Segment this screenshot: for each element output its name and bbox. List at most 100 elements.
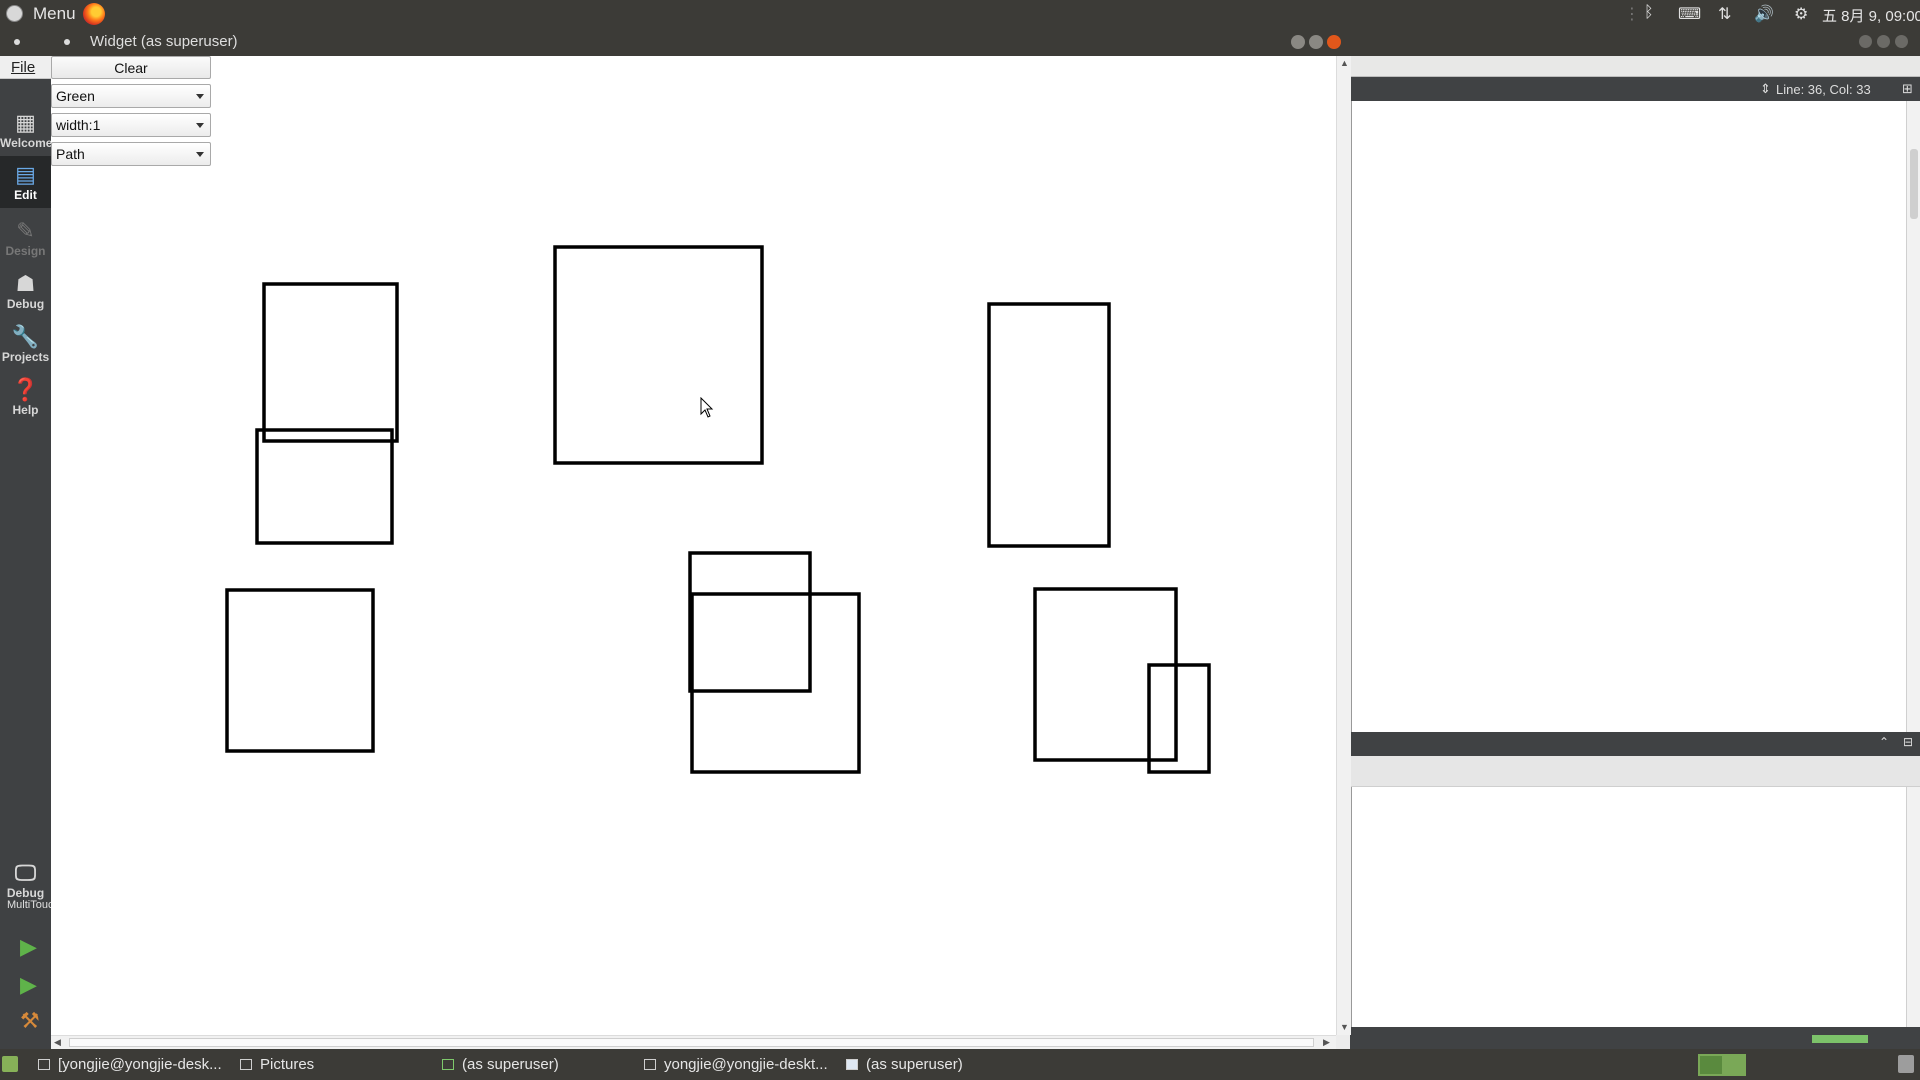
task-qt-superuser[interactable]: (as superuser)	[442, 1056, 559, 1073]
mode-design[interactable]: ✎ Design	[0, 212, 51, 264]
split-icon[interactable]: ⊞	[1902, 81, 1913, 97]
output-pane-header: ⌃ ⊟	[1351, 732, 1920, 756]
rect-shape	[1147, 663, 1211, 774]
tray-separator-icon: ⋮	[1624, 6, 1640, 23]
taskbar: [yongjie@yongjie-desk... Pictures (as su…	[0, 1049, 1920, 1080]
window-icon	[846, 1059, 858, 1070]
rect-shape	[255, 428, 394, 545]
help-icon: ❓	[11, 377, 40, 402]
window-title: Widget (as superuser)	[90, 33, 238, 50]
network-icon[interactable]: ⇅	[1718, 4, 1731, 24]
window-menu-dot-icon[interactable]	[14, 39, 20, 45]
creator-maximize-icon[interactable]	[1877, 35, 1890, 48]
mode-bar: ▦ Welcome ▤ Edit ✎ Design ☗ Debug 🔧 Proj…	[0, 56, 51, 1049]
rect-shape	[225, 588, 375, 753]
firefox-icon[interactable]	[83, 3, 105, 25]
menu-button[interactable]: Menu	[33, 4, 76, 24]
wrench-icon: 🔧	[11, 324, 40, 349]
scroll-left-icon[interactable]: ◀	[54, 1037, 61, 1048]
creator-titlebar	[1350, 28, 1920, 56]
minimize-icon[interactable]	[1291, 35, 1305, 49]
settings-gear-icon[interactable]: ⚙	[1794, 4, 1808, 24]
updown-icon[interactable]: ⇕	[1760, 81, 1771, 97]
color-combobox-value: Green	[56, 88, 95, 104]
pane-close-icon[interactable]: ⊟	[1903, 735, 1913, 749]
task-label: [yongjie@yongjie-desk...	[58, 1056, 222, 1073]
editor-header: ⇕ Line: 36, Col: 33 ⊞	[1350, 77, 1920, 101]
edit-icon: ▤	[15, 162, 36, 187]
task-terminal-2[interactable]: yongjie@yongjie-deskt...	[644, 1056, 828, 1073]
rect-shape	[262, 282, 399, 443]
chevron-up-icon[interactable]: ⌃	[1879, 735, 1889, 749]
window-sticky-dot-icon[interactable]	[64, 39, 70, 45]
volume-icon[interactable]: 🔊	[1754, 4, 1774, 24]
keyboard-icon[interactable]: ⌨	[1678, 4, 1701, 24]
shape-combobox[interactable]: Path	[51, 142, 211, 166]
task-label: (as superuser)	[866, 1056, 963, 1073]
task-terminal-1[interactable]: [yongjie@yongjie-desk...	[38, 1056, 222, 1073]
maximize-icon[interactable]	[1309, 35, 1323, 49]
dropdown-arrow-icon	[196, 123, 204, 128]
menu-logo-icon[interactable]	[6, 5, 23, 22]
mode-welcome[interactable]: ▦ Welcome	[0, 104, 51, 156]
debug-run-icon[interactable]: ▶	[20, 972, 37, 998]
file-menu[interactable]: File	[0, 56, 51, 79]
mode-projects[interactable]: 🔧 Projects	[0, 318, 51, 370]
line-col-indicator[interactable]: Line: 36, Col: 33	[1776, 82, 1871, 97]
terminal-icon	[644, 1059, 656, 1070]
rect-shape	[987, 302, 1111, 548]
show-desktop-icon[interactable]	[2, 1056, 18, 1072]
file-menu-label[interactable]: File	[11, 59, 35, 76]
scroll-up-icon[interactable]: ▲	[1340, 58, 1349, 68]
mode-help[interactable]: ❓ Help	[0, 371, 51, 423]
grid-icon: ▦	[15, 110, 36, 135]
qt-icon	[442, 1059, 454, 1070]
color-combobox[interactable]: Green	[51, 84, 211, 108]
rect-shape	[690, 592, 861, 774]
clear-button[interactable]: Clear	[51, 56, 211, 79]
widget-titlebar: Widget (as superuser)	[0, 28, 1350, 56]
shapes-layer	[225, 245, 1211, 774]
run-icon[interactable]: ▶	[20, 934, 37, 960]
build-hammer-icon[interactable]: ⚒	[20, 1008, 40, 1034]
width-combobox-value: width:1	[56, 117, 101, 133]
bluetooth-icon[interactable]: ᛒ	[1644, 4, 1654, 22]
close-icon[interactable]	[1327, 35, 1341, 49]
shape-combobox-value: Path	[56, 146, 85, 162]
rect-shape	[688, 551, 812, 693]
mouse-cursor-icon	[700, 397, 714, 418]
output-scrollbar[interactable]	[1906, 787, 1920, 1027]
rect-shape	[553, 245, 764, 465]
build-progress-bar	[1812, 1035, 1868, 1043]
scroll-right-icon[interactable]: ▶	[1323, 1037, 1330, 1048]
width-combobox[interactable]: width:1	[51, 113, 211, 137]
trash-icon[interactable]	[1898, 1055, 1914, 1073]
output-pane[interactable]	[1351, 787, 1907, 1027]
clock[interactable]: 五 8月 9, 09:00	[1822, 5, 1920, 26]
output-toolbar	[1351, 756, 1920, 787]
scrollbar-thumb[interactable]	[69, 1038, 1314, 1047]
code-editor[interactable]	[1351, 101, 1907, 732]
canvas-vertical-scrollbar[interactable]: ▲ ▼	[1336, 56, 1351, 1035]
editor-scrollbar[interactable]	[1906, 101, 1920, 732]
creator-minimize-icon[interactable]	[1859, 35, 1872, 48]
drawing-canvas[interactable]	[51, 56, 1336, 1035]
dropdown-arrow-icon	[196, 94, 204, 99]
top-panel: Menu ⋮ ᛒ ⌨ ⇅ 🔊 ⚙ 五 8月 9, 09:00	[0, 0, 1920, 28]
mode-edit[interactable]: ▤ Edit	[0, 156, 51, 208]
kit-selector[interactable]: 🖵 Debug	[0, 854, 51, 906]
mode-debug[interactable]: ☗ Debug	[0, 265, 51, 317]
dropdown-arrow-icon	[196, 152, 204, 157]
workspace-switcher[interactable]	[1698, 1054, 1746, 1076]
task-pictures[interactable]: Pictures	[240, 1056, 314, 1073]
monitor-icon: 🖵	[14, 860, 37, 885]
scroll-down-icon[interactable]: ▼	[1340, 1022, 1349, 1032]
rect-shape	[1033, 587, 1178, 762]
bug-icon: ☗	[15, 271, 36, 296]
task-label: (as superuser)	[462, 1056, 559, 1073]
task-label: Pictures	[260, 1056, 315, 1073]
creator-close-icon[interactable]	[1895, 35, 1908, 48]
canvas-horizontal-scrollbar[interactable]: ◀ ▶	[51, 1035, 1336, 1050]
folder-icon	[240, 1059, 252, 1070]
task-widget-superuser[interactable]: (as superuser)	[846, 1056, 963, 1073]
